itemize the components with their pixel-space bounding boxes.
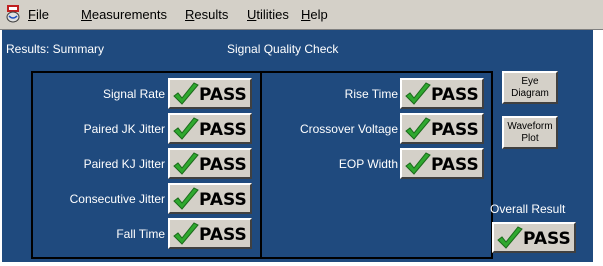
checkmark-icon	[173, 187, 199, 210]
checkmark-icon	[497, 226, 523, 249]
results-panel: Results: Summary Signal Quality Check Si…	[2, 30, 593, 262]
pass-button-crossover-voltage[interactable]: PASS	[400, 113, 484, 144]
overall-pass-button[interactable]: PASS	[492, 222, 576, 253]
checkmark-icon	[405, 152, 431, 175]
result-label-signal-rate: Signal Rate	[102, 87, 165, 101]
checkmark-icon	[405, 117, 431, 140]
result-label-eop-width: EOP Width	[338, 157, 398, 171]
pass-button-paired-kj-jitter[interactable]: PASS	[168, 148, 252, 179]
pass-button-fall-time[interactable]: PASS	[168, 218, 252, 249]
pass-button-consecutive-jitter[interactable]: PASS	[168, 183, 252, 214]
checkmark-icon	[173, 117, 199, 140]
checkmark-icon	[405, 82, 431, 105]
result-label-rise-time: Rise Time	[344, 87, 398, 101]
pass-button-paired-jk-jitter[interactable]: PASS	[168, 113, 252, 144]
menu-utilities[interactable]: Utilities	[247, 7, 289, 22]
result-label-paired-kj-jitter: Paired KJ Jitter	[83, 157, 165, 171]
overall-result-label: Overall Result	[490, 202, 566, 216]
menu-file[interactable]: File	[28, 7, 49, 22]
eye-diagram-button[interactable]: Eye Diagram	[502, 71, 558, 104]
check-title: Signal Quality Check	[227, 42, 339, 56]
waveform-plot-button[interactable]: Waveform Plot	[502, 116, 558, 149]
result-label-fall-time: Fall Time	[116, 227, 165, 241]
result-label-crossover-voltage: Crossover Voltage	[299, 122, 398, 136]
results-title: Results: Summary	[6, 42, 105, 56]
app-icon[interactable]	[5, 4, 21, 24]
pass-button-signal-rate[interactable]: PASS	[168, 78, 252, 109]
pass-button-rise-time[interactable]: PASS	[400, 78, 484, 109]
checkmark-icon	[173, 222, 199, 245]
result-label-consecutive-jitter: Consecutive Jitter	[69, 192, 165, 206]
menu-help[interactable]: Help	[301, 7, 328, 22]
menu-results[interactable]: Results	[185, 7, 228, 22]
menu-bar: File Measurements Results Utilities Help	[0, 0, 603, 30]
pass-button-eop-width[interactable]: PASS	[400, 148, 484, 179]
menu-measurements[interactable]: Measurements	[81, 7, 167, 22]
result-label-paired-jk-jitter: Paired JK Jitter	[83, 122, 165, 136]
checkmark-icon	[173, 152, 199, 175]
checkmark-icon	[173, 82, 199, 105]
